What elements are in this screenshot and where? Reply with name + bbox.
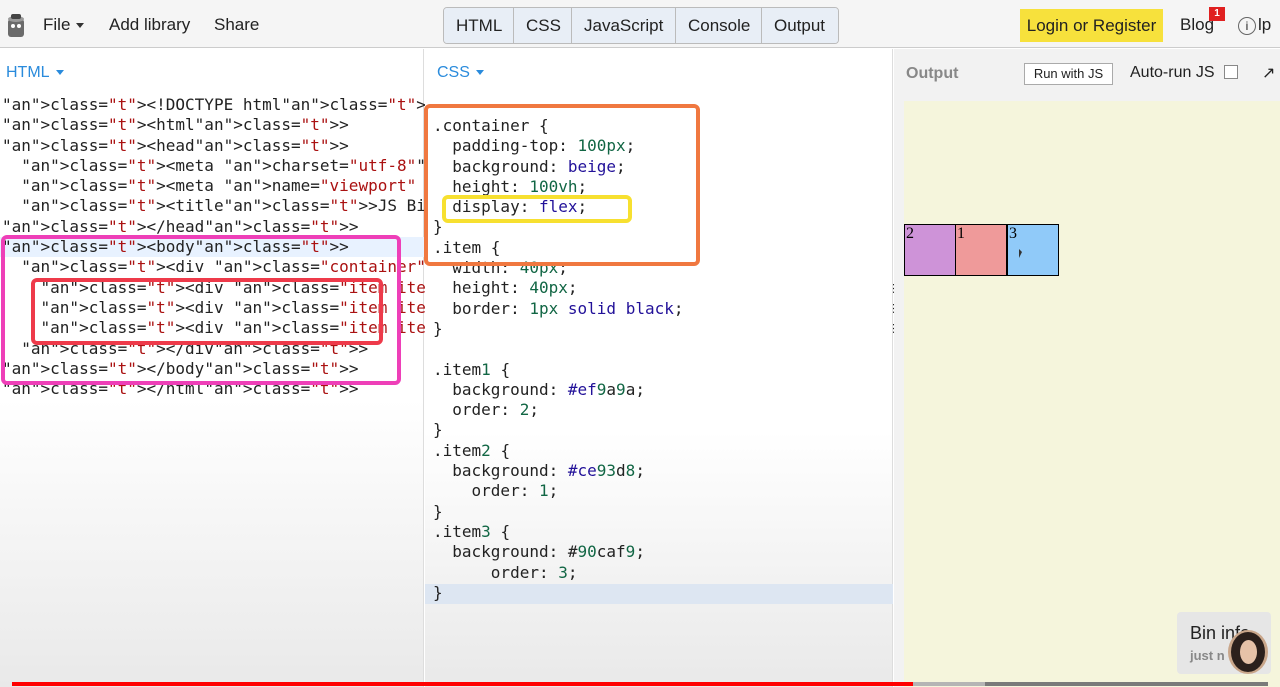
blog-notification-badge: 1 — [1209, 7, 1225, 21]
file-menu-label: File — [43, 15, 71, 34]
code-line: } — [433, 420, 443, 440]
output-frame[interactable] — [904, 101, 1280, 687]
code-line: order: 1; — [433, 481, 559, 501]
code-line: } — [433, 318, 443, 338]
chevron-down-icon — [55, 70, 64, 76]
share-menu[interactable]: Share — [214, 15, 259, 35]
css-panel-title: CSS — [437, 64, 470, 81]
file-menu[interactable]: File — [43, 15, 85, 35]
code-line: order: 2; — [433, 400, 539, 420]
output-panel-label: Output — [906, 65, 959, 82]
code-line: } — [433, 501, 443, 521]
mouse-cursor-icon — [1019, 249, 1022, 258]
flex-item-3: 3 — [1007, 224, 1059, 276]
tab-html[interactable]: HTML — [444, 8, 514, 43]
code-line: background: #ef9a9a; — [433, 379, 645, 399]
flex-item-1: 1 — [955, 224, 1007, 276]
html-panel-title: HTML — [6, 64, 50, 81]
panel-tabs: HTML CSS JavaScript Console Output — [443, 7, 839, 44]
tab-console[interactable]: Console — [676, 8, 762, 43]
html-panel-label[interactable]: HTML — [6, 64, 64, 82]
jsbin-logo-icon[interactable] — [6, 11, 26, 39]
code-line: .item3 { — [433, 521, 511, 541]
tab-output[interactable]: Output — [762, 8, 838, 43]
code-line: height: 40px; — [433, 278, 578, 298]
autorun-checkbox[interactable] — [1224, 65, 1238, 79]
annotation-container-box — [424, 104, 700, 266]
help-menu[interactable]: i lp — [1238, 15, 1271, 35]
code-line: background: #90caf9; — [433, 542, 645, 562]
tab-javascript[interactable]: JavaScript — [572, 8, 676, 43]
autorun-label: Auto-run JS — [1130, 64, 1215, 81]
chevron-down-icon — [475, 70, 484, 76]
info-icon: i — [1238, 16, 1256, 35]
video-progress-fill — [12, 682, 913, 686]
tab-css[interactable]: CSS — [514, 8, 572, 43]
presenter-avatar — [1228, 630, 1268, 674]
code-line: .item1 { — [433, 359, 511, 379]
expand-icon[interactable]: ↗ — [1262, 63, 1275, 83]
help-label: lp — [1258, 15, 1272, 34]
run-with-js-button[interactable]: Run with JS — [1024, 63, 1113, 85]
bin-info-subtitle: just n — [1190, 648, 1225, 663]
code-line: order: 3; — [433, 562, 578, 582]
flex-item-2: 2 — [904, 224, 956, 276]
chevron-down-icon — [76, 23, 85, 29]
jsbin-app: File Add library Share HTML CSS JavaScri… — [0, 0, 1280, 687]
add-library-menu[interactable]: Add library — [109, 15, 190, 35]
annotation-display-flex-box — [442, 195, 632, 223]
code-line: } — [433, 582, 443, 602]
css-panel-label[interactable]: CSS — [437, 64, 484, 82]
login-register-button[interactable]: Login or Register — [1020, 9, 1163, 42]
video-progress-bar[interactable] — [12, 682, 1268, 686]
code-line: .item2 { — [433, 440, 511, 460]
code-line: background: #ce93d8; — [433, 461, 645, 481]
annotation-items-box — [31, 278, 383, 345]
code-line: border: 1px solid black; — [433, 298, 684, 318]
top-toolbar: File Add library Share HTML CSS JavaScri… — [0, 0, 1280, 48]
